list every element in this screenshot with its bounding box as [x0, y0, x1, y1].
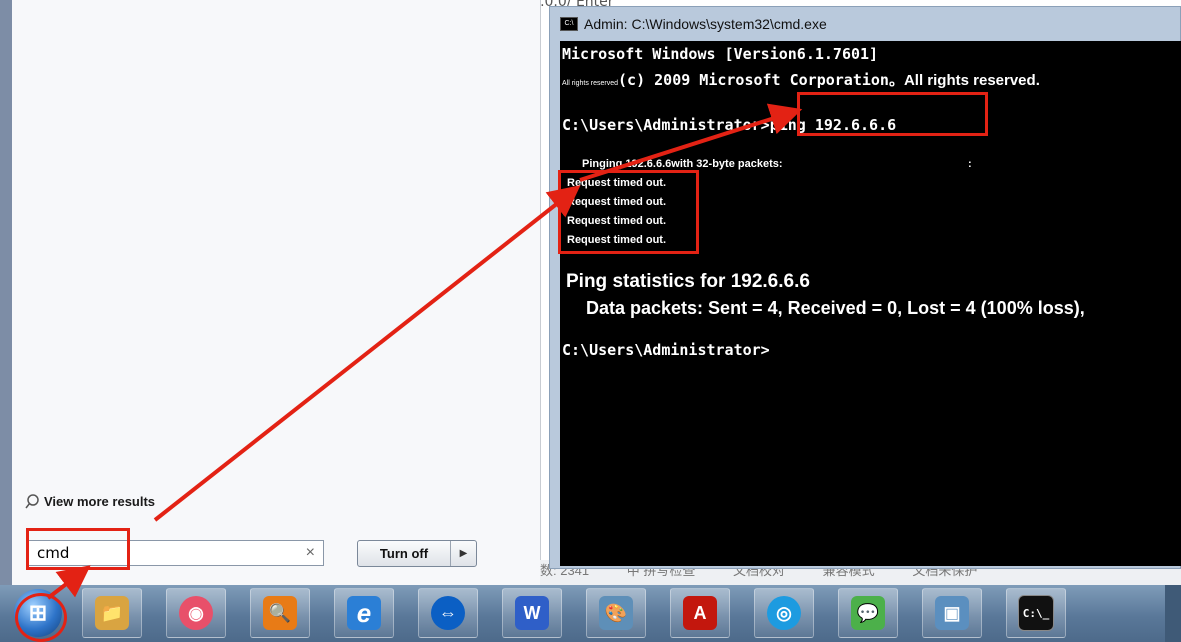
- taskbar-app-search[interactable]: 🔍: [250, 588, 310, 638]
- taskbar-app-paint[interactable]: 🎨: [586, 588, 646, 638]
- taskbar-app-wps[interactable]: W: [502, 588, 562, 638]
- version-line: Microsoft Windows [Version6.1.7601]: [562, 45, 879, 63]
- start-menu-edge: [0, 0, 12, 585]
- internet-explorer-icon: e: [347, 596, 381, 630]
- copyright-line: All rights reserved(c) 2009 Microsoft Co…: [562, 69, 1040, 90]
- command-prompt-icon: C:\_: [1018, 595, 1054, 631]
- qq-browser-icon: ◎: [767, 596, 801, 630]
- folder-icon: 📁: [95, 596, 129, 630]
- shutdown-options-arrow-icon[interactable]: ▶: [451, 548, 476, 559]
- wps-writer-icon: W: [515, 596, 549, 630]
- taskbar-app-teamviewer[interactable]: ⇔: [418, 588, 478, 638]
- acrobat-icon: A: [683, 596, 717, 630]
- view-more-results-label: View more results: [44, 494, 156, 509]
- highlight-search-input: [26, 528, 130, 570]
- turn-off-button[interactable]: Turn off ▶: [357, 540, 477, 567]
- wechat-icon: 💬: [851, 596, 885, 630]
- view-more-results-link[interactable]: View more results: [25, 494, 155, 509]
- color-wheel-icon: ◉: [179, 596, 213, 630]
- cmd-window-title: Admin: C:\Windows\system32\cmd.exe: [584, 16, 827, 32]
- pinging-colon: :: [968, 158, 972, 170]
- highlight-ping-command: [797, 92, 988, 136]
- ping-statistics-header: Ping statistics for 192.6.6.6: [566, 271, 810, 292]
- taskbar: ⊞ 📁 ◉ 🔍 e ⇔ W 🎨 A ◎ 💬 ▣ C:\_: [0, 585, 1181, 642]
- copyright-prefix: All rights reserved: [562, 80, 619, 87]
- taskbar-app-qq-browser[interactable]: ◎: [754, 588, 814, 638]
- taskbar-app-file-explorer[interactable]: 📁: [82, 588, 142, 638]
- copyright-mid: (c) 2009 Microsoft Corporation。: [618, 71, 904, 89]
- magnifier-icon: 🔍: [263, 596, 297, 630]
- cmd-title-bar[interactable]: C:\ Admin: C:\Windows\system32\cmd.exe: [560, 13, 827, 35]
- taskbar-app-acrobat[interactable]: A: [670, 588, 730, 638]
- start-menu: View more results × Turn off ▶: [0, 0, 541, 585]
- prompt-line-2: C:\Users\Administrator>: [562, 341, 770, 359]
- highlight-timeouts: [558, 170, 699, 254]
- remote-desktop-icon: ▣: [935, 596, 969, 630]
- pinging-line: Pinging 192.6.6.6with 32-byte packets:: [582, 158, 783, 170]
- ping-statistics-packets: Data packets: Sent = 4, Received = 0, Lo…: [586, 298, 1085, 318]
- taskbar-app-color-wheel[interactable]: ◉: [166, 588, 226, 638]
- paint-palette-icon: 🎨: [599, 596, 633, 630]
- cmd-window-icon: C:\: [560, 17, 578, 31]
- notification-area-edge: [1165, 585, 1181, 642]
- turn-off-label: Turn off: [358, 541, 451, 566]
- taskbar-app-wechat[interactable]: 💬: [838, 588, 898, 638]
- prompt-path: C:\Users\Administrator>: [562, 116, 770, 134]
- cmd-window[interactable]: C:\ Admin: C:\Windows\system32\cmd.exe M…: [549, 6, 1181, 569]
- clear-search-icon[interactable]: ×: [306, 544, 315, 562]
- highlight-start-button: [15, 593, 67, 642]
- taskbar-app-command-prompt[interactable]: C:\_: [1006, 588, 1066, 638]
- copyright-end: All rights reserved.: [903, 72, 1040, 89]
- taskbar-app-remote-desktop[interactable]: ▣: [922, 588, 982, 638]
- taskbar-app-internet-explorer[interactable]: e: [334, 588, 394, 638]
- teamviewer-icon: ⇔: [431, 596, 465, 630]
- search-icon: [25, 494, 39, 509]
